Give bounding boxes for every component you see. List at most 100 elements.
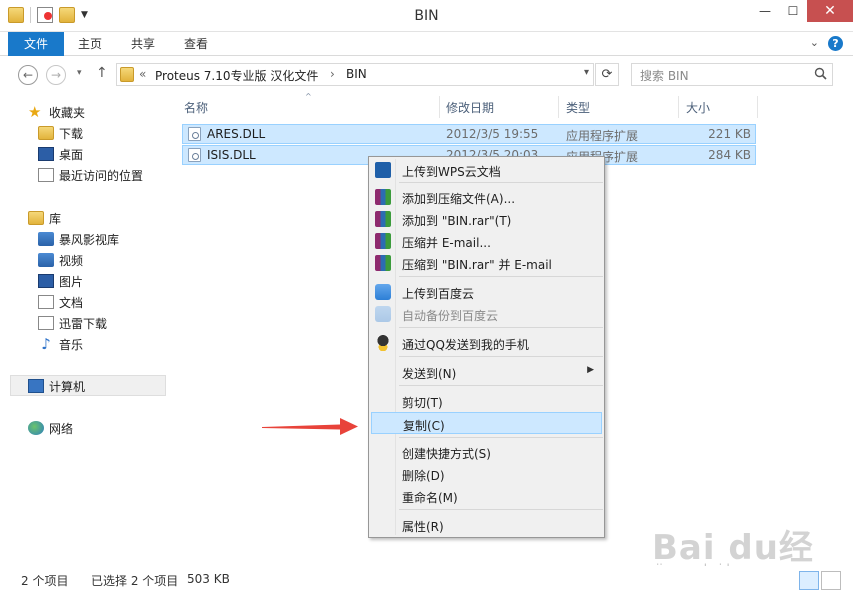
search-box[interactable]: 搜索 BIN [631,63,833,86]
status-bar: 2 个项目 已选择 2 个项目 503 KB [0,566,853,600]
menu-label: 复制(C) [403,419,445,433]
menu-item-compress-bin-email[interactable]: 压缩到 "BIN.rar" 并 E-mail [371,252,602,274]
help-icon[interactable]: ? [828,36,843,51]
menu-label: 创建快捷方式(S) [402,447,491,461]
up-button[interactable]: ↑ [96,65,108,81]
column-header-type[interactable]: 类型 [566,99,590,121]
menu-item-delete[interactable]: 删除(D) [371,463,602,485]
menu-separator [399,276,603,277]
column-divider[interactable] [678,96,679,118]
nav-computer[interactable]: 计算机 [28,376,85,396]
nav-item-downloads[interactable]: 下载 [38,123,83,143]
menu-label: 添加到 "BIN.rar"(T) [402,214,512,228]
search-placeholder: 搜索 BIN [640,69,689,83]
menu-separator [399,509,603,510]
winrar-icon [375,255,391,271]
network-icon [28,421,44,435]
nav-network[interactable]: 网络 [28,418,73,438]
nav-label: 视频 [59,253,84,268]
breadcrumb-separator[interactable]: › [330,67,335,81]
nav-item-recent-places[interactable]: 最近访问的位置 [38,165,143,185]
menu-item-upload-baidu[interactable]: 上传到百度云 [371,281,602,303]
menu-item-add-to-archive[interactable]: 添加到压缩文件(A)... [371,186,602,208]
menu-label: 压缩到 "BIN.rar" 并 E-mail [402,258,552,272]
menu-label: 重命名(M) [402,491,458,505]
nav-item-video-library[interactable]: 暴风影视库 [38,229,119,249]
column-divider[interactable] [439,96,440,118]
recent-locations-dropdown[interactable]: ▾ [77,68,82,78]
tab-view[interactable]: 查看 [184,32,208,56]
nav-label: 图片 [59,274,84,289]
nav-item-music[interactable]: ♪ 音乐 [38,334,83,354]
menu-label: 删除(D) [402,469,445,483]
nav-label: 下载 [59,126,84,141]
context-menu: 上传到WPS云文档 添加到压缩文件(A)... 添加到 "BIN.rar"(T)… [368,156,605,538]
column-divider[interactable] [558,96,559,118]
file-name: ISIS.DLL [207,148,256,162]
nav-item-pictures[interactable]: 图片 [38,271,83,291]
nav-item-videos[interactable]: 视频 [38,250,83,270]
sort-indicator-icon: ^ [305,92,312,101]
nav-item-thunder-download[interactable]: 迅雷下载 [38,313,107,333]
breadcrumb-item[interactable]: Proteus 7.10专业版 汉化文件 [155,67,318,84]
search-icon[interactable] [814,67,827,80]
menu-item-upload-wps[interactable]: 上传到WPS云文档 [371,159,602,181]
column-header-date[interactable]: 修改日期 [446,99,494,121]
maximize-button[interactable]: ☐ [779,0,807,22]
address-box[interactable]: « Proteus 7.10专业版 汉化文件 › BIN ▾ [116,63,594,86]
menu-item-copy[interactable]: 复制(C) [371,412,602,434]
nav-item-documents[interactable]: 文档 [38,292,83,312]
breadcrumb-overflow[interactable]: « [139,67,146,81]
close-button[interactable]: ✕ [807,0,853,22]
file-type: 应用程序扩展 [566,129,639,143]
computer-icon [28,379,44,393]
menu-label: 上传到WPS云文档 [402,165,501,179]
submenu-arrow-icon: ▶ [587,365,594,375]
nav-favorites[interactable]: ★ 收藏夹 [28,102,85,122]
chevron-down-icon[interactable]: ⌄ [810,36,819,49]
dll-file-icon [188,127,201,141]
address-dropdown-icon[interactable]: ▾ [584,67,589,78]
menu-label: 通过QQ发送到我的手机 [402,338,529,352]
nav-label: 计算机 [49,379,86,394]
menu-separator [399,182,603,183]
forward-button[interactable]: → [46,65,66,85]
menu-item-rename[interactable]: 重命名(M) [371,485,602,507]
menu-item-add-to-bin-rar[interactable]: 添加到 "BIN.rar"(T) [371,208,602,230]
breadcrumb-item[interactable]: BIN [346,67,367,81]
tab-share[interactable]: 共享 [131,32,155,56]
folder-icon [120,67,134,82]
column-divider[interactable] [757,96,758,118]
nav-label: 音乐 [59,337,84,352]
file-size: 221 KB [708,127,751,141]
nav-libraries[interactable]: 库 [28,208,61,228]
menu-separator [399,437,603,438]
details-view-icon[interactable] [799,571,819,590]
menu-item-compress-email[interactable]: 压缩并 E-mail... [371,230,602,252]
menu-item-properties[interactable]: 属性(R) [371,514,602,536]
tab-file[interactable]: 文件 [8,32,64,56]
back-button[interactable]: ← [18,65,38,85]
menu-item-cut[interactable]: 剪切(T) [371,390,602,412]
minimize-button[interactable]: — [751,0,779,22]
column-header-name[interactable]: 名称 [184,99,208,121]
ribbon-tabs: 文件 主页 共享 查看 ⌄ ? [0,32,853,56]
menu-item-create-shortcut[interactable]: 创建快捷方式(S) [371,441,602,463]
selection-size: 503 KB [187,572,230,586]
menu-separator [399,385,603,386]
item-count: 2 个项目 [21,574,69,588]
star-icon: ★ [28,103,42,121]
menu-item-send-to[interactable]: 发送到(N) ▶ [371,361,602,383]
tab-home[interactable]: 主页 [78,32,102,56]
menu-label: 属性(R) [402,520,444,534]
documents-icon [38,295,54,309]
menu-item-send-via-qq[interactable]: 通过QQ发送到我的手机 [371,332,602,354]
column-header-size[interactable]: 大小 [686,99,710,121]
title-bar: ▼ BIN — ☐ ✕ [0,0,853,32]
refresh-button[interactable]: ⟳ [595,63,619,86]
file-row[interactable]: ARES.DLL 2012/3/5 19:55 应用程序扩展 221 KB [182,124,756,144]
menu-label: 压缩并 E-mail... [402,236,491,250]
large-icons-view-icon[interactable] [821,571,841,590]
nav-item-desktop[interactable]: 桌面 [38,144,83,164]
nav-label: 迅雷下载 [59,316,108,331]
